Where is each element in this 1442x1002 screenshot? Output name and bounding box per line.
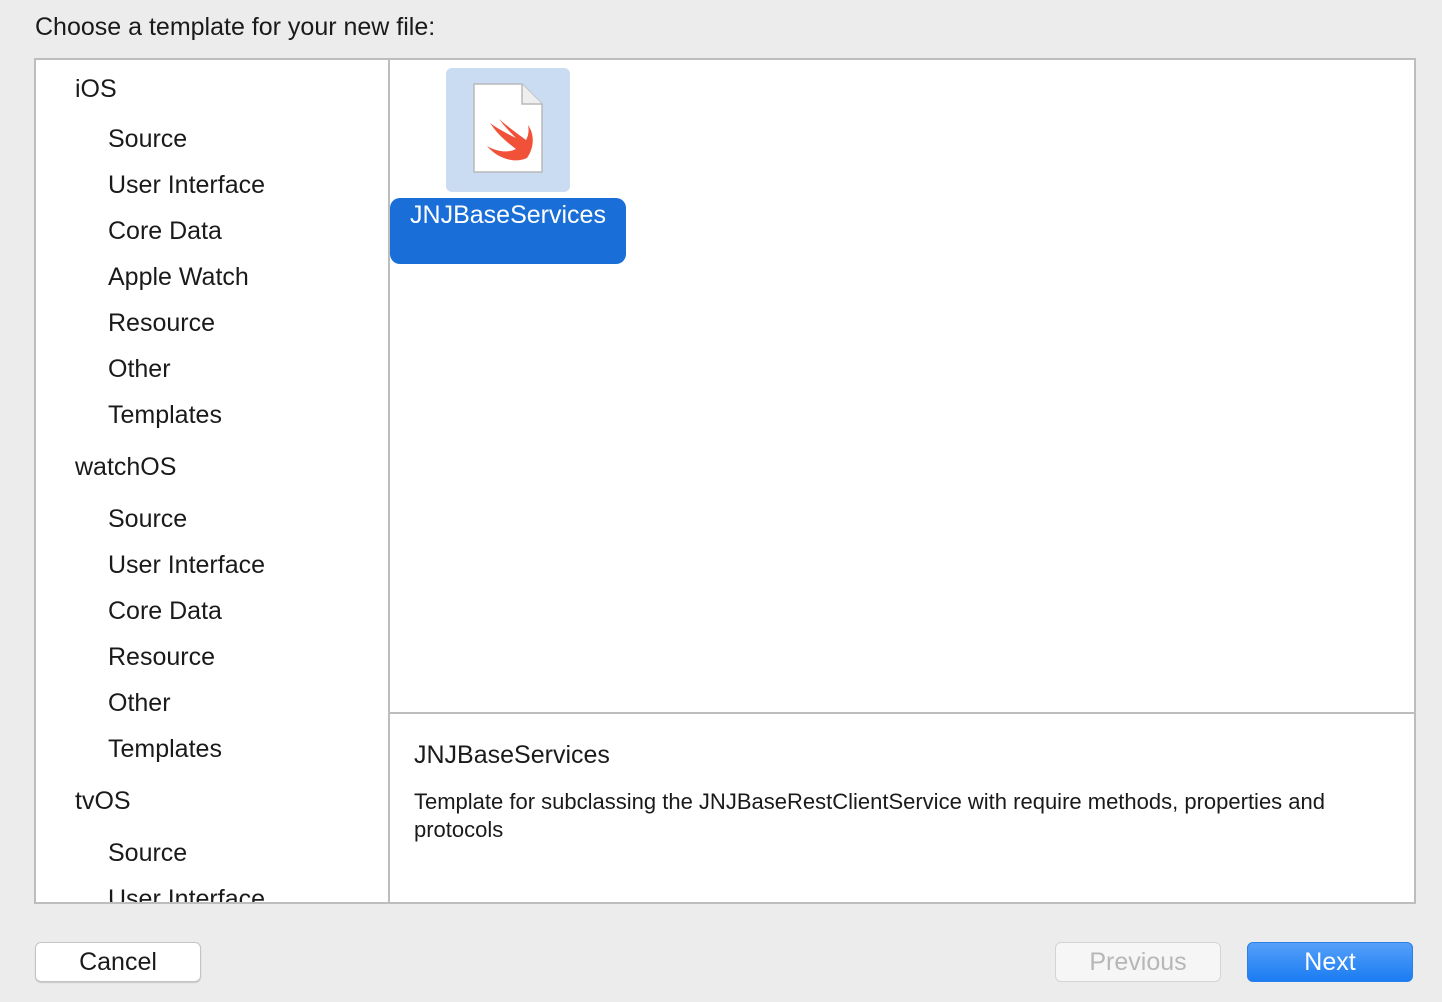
template-chooser-frame: iOS Source User Interface Core Data Appl… <box>34 58 1416 904</box>
sidebar-item-ios-resource[interactable]: Resource <box>108 308 215 338</box>
previous-button[interactable]: Previous <box>1055 942 1221 982</box>
sidebar-item-watchos-source[interactable]: Source <box>108 504 187 534</box>
sidebar-item-watchos-templates[interactable]: Templates <box>108 734 222 764</box>
sidebar-item-watchos-resource[interactable]: Resource <box>108 642 215 672</box>
swift-file-icon <box>473 83 543 173</box>
sidebar-platform-ios: iOS <box>75 75 117 103</box>
platform-sidebar[interactable]: iOS Source User Interface Core Data Appl… <box>36 60 390 902</box>
template-item[interactable]: JNJBaseServices <box>390 68 628 268</box>
sidebar-item-ios-source[interactable]: Source <box>108 124 187 154</box>
sidebar-platform-tvos: tvOS <box>75 787 131 815</box>
template-icon-tile[interactable] <box>446 68 570 192</box>
sidebar-item-ios-apple-watch[interactable]: Apple Watch <box>108 262 249 292</box>
sidebar-item-ios-core-data[interactable]: Core Data <box>108 216 222 246</box>
template-chooser-prompt: Choose a template for your new file: <box>35 13 436 41</box>
description-title: JNJBaseServices <box>414 741 610 769</box>
sidebar-item-ios-templates[interactable]: Templates <box>108 400 222 430</box>
sidebar-platform-watchos: watchOS <box>75 453 177 481</box>
sidebar-item-watchos-user-interface[interactable]: User Interface <box>108 550 265 580</box>
next-button[interactable]: Next <box>1247 942 1413 982</box>
sidebar-item-tvos-user-interface[interactable]: User Interface <box>108 884 265 902</box>
sidebar-item-ios-other[interactable]: Other <box>108 354 171 384</box>
template-grid: JNJBaseServices <box>390 60 1414 712</box>
cancel-button[interactable]: Cancel <box>35 942 201 982</box>
sidebar-item-watchos-other[interactable]: Other <box>108 688 171 718</box>
template-description-pane: JNJBaseServices Template for subclassing… <box>390 714 1414 902</box>
description-text: Template for subclassing the JNJBaseRest… <box>414 789 1325 842</box>
sidebar-item-ios-user-interface[interactable]: User Interface <box>108 170 265 200</box>
sidebar-item-watchos-core-data[interactable]: Core Data <box>108 596 222 626</box>
sidebar-item-tvos-source[interactable]: Source <box>108 838 187 868</box>
template-item-label[interactable]: JNJBaseServices <box>390 198 626 264</box>
